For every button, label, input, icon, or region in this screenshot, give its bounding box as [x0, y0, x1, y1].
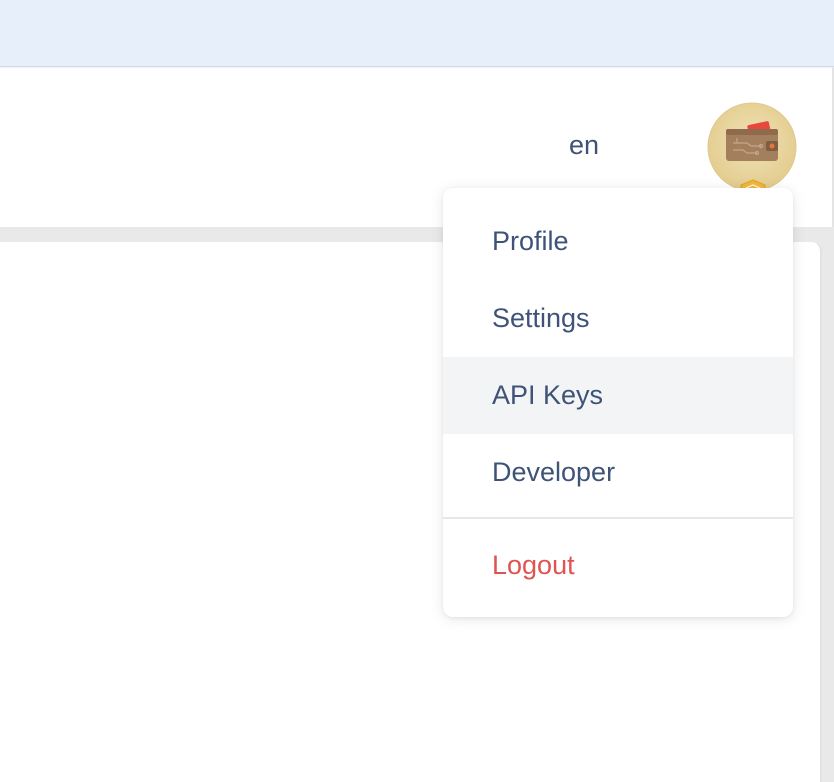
menu-item-label: Developer — [492, 457, 616, 487]
menu-item-label: API Keys — [492, 380, 604, 410]
menu-item-settings[interactable]: Settings — [443, 280, 793, 357]
user-dropdown-menu: Profile Settings API Keys Developer Logo… — [443, 188, 793, 617]
menu-item-developer[interactable]: Developer — [443, 434, 793, 511]
menu-item-profile[interactable]: Profile — [443, 203, 793, 280]
menu-item-logout[interactable]: Logout — [443, 527, 793, 604]
logout-label: Logout — [492, 550, 575, 580]
menu-divider — [443, 517, 793, 519]
top-banner — [0, 0, 834, 67]
language-selector[interactable]: en — [569, 130, 599, 161]
menu-item-label: Profile — [492, 226, 569, 256]
menu-item-label: Settings — [492, 303, 590, 333]
menu-item-api-keys[interactable]: API Keys — [443, 357, 793, 434]
